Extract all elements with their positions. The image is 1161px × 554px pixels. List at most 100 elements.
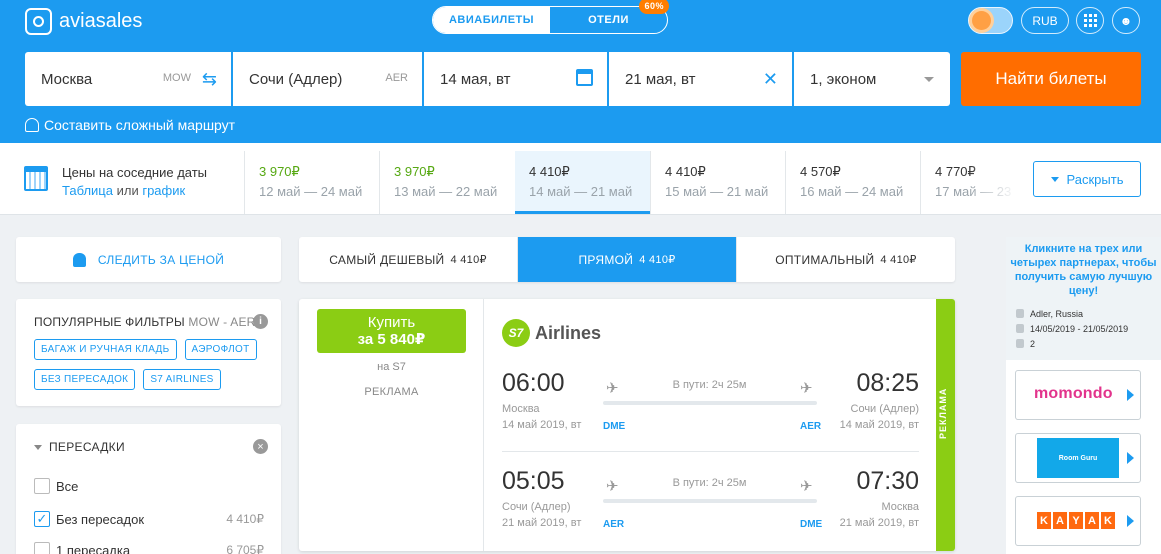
info-icon[interactable]: i bbox=[253, 314, 268, 329]
complex-route-link[interactable]: Составить сложный маршрут bbox=[25, 117, 235, 133]
transfer-option-one[interactable]: 1 пересадка 6 705₽ bbox=[34, 542, 264, 554]
departure-date: 21 май 2019, вт bbox=[502, 517, 582, 529]
partner-ads-header: Кликните на трех или четырех партнерах, … bbox=[1006, 237, 1161, 360]
chevron-right-icon bbox=[1127, 452, 1134, 464]
strip-fade bbox=[968, 151, 1018, 211]
checkbox[interactable] bbox=[34, 542, 50, 554]
flight-segment-return: 05:05 ✈ В пути: 2ч 25м ✈ 07:30 Сочи (Адл… bbox=[502, 467, 919, 547]
checkbox-checked[interactable]: ✓ bbox=[34, 511, 50, 527]
date-option-price: 4 410₽ bbox=[529, 164, 570, 179]
chevron-right-icon bbox=[1127, 389, 1134, 401]
partner-ads-info: Adler, Russia 14/05/2019 - 21/05/2019 2 bbox=[1010, 306, 1157, 351]
brand-logo[interactable]: aviasales bbox=[25, 8, 142, 35]
search-form: Москва MOW ⇆ Сочи (Адлер) AER 14 мая, вт… bbox=[25, 52, 952, 106]
departure-time: 05:05 bbox=[502, 467, 565, 495]
transfer-option-all[interactable]: Все bbox=[34, 478, 264, 494]
swap-icon[interactable]: ⇆ bbox=[202, 69, 217, 90]
transfers-title[interactable]: ПЕРЕСАДКИ bbox=[34, 440, 263, 454]
date-option[interactable]: 3 970₽ 12 май — 24 май bbox=[244, 151, 379, 214]
destination-city: Сочи (Адлер) bbox=[249, 70, 343, 88]
return-date: 21 мая, вт bbox=[625, 70, 696, 88]
checkbox[interactable] bbox=[34, 478, 50, 494]
clear-date-icon[interactable]: ✕ bbox=[763, 69, 778, 90]
arrival-date: 21 май 2019, вт bbox=[839, 517, 919, 529]
departure-city: Сочи (Адлер) bbox=[502, 501, 571, 513]
partner-ads: Кликните на трех или четырех партнерах, … bbox=[1006, 237, 1161, 554]
nearby-dates-links: Таблица или график bbox=[62, 183, 186, 198]
date-option-price: 4 410₽ bbox=[665, 164, 706, 179]
calendar-icon[interactable] bbox=[576, 69, 593, 86]
sort-cheapest[interactable]: САМЫЙ ДЕШЕВЫЙ 4 410₽ bbox=[299, 237, 517, 282]
depart-date-field[interactable]: 14 мая, вт bbox=[424, 52, 607, 106]
plane-landing-icon: ✈ bbox=[800, 380, 813, 397]
partner-kayak[interactable]: KAYAK bbox=[1015, 496, 1141, 546]
destination-code: AER bbox=[385, 72, 408, 84]
destination-field[interactable]: Сочи (Адлер) AER bbox=[233, 52, 422, 106]
ticket-price-block: Купить за 5 840₽ на S7 РЕКЛАМА bbox=[299, 299, 484, 551]
arrival-date: 14 май 2019, вт bbox=[839, 419, 919, 431]
passengers-field[interactable]: 1, эконом bbox=[794, 52, 950, 106]
hotels-discount-badge: 60% bbox=[639, 0, 669, 14]
aviasales-logo-icon bbox=[25, 8, 52, 35]
reset-filter-icon[interactable]: × bbox=[253, 439, 268, 454]
table-link[interactable]: Таблица bbox=[62, 183, 113, 198]
origin-field[interactable]: Москва MOW ⇆ bbox=[25, 52, 231, 106]
date-option-price: 4 570₽ bbox=[800, 164, 841, 179]
chart-link[interactable]: график bbox=[142, 183, 185, 198]
origin-code: MOW bbox=[162, 72, 191, 84]
arrival-time: 07:30 bbox=[856, 467, 919, 495]
expand-button[interactable]: Раскрыть bbox=[1033, 161, 1141, 197]
kayak-letter: K bbox=[1037, 512, 1051, 529]
top-header: aviasales АВИАБИЛЕТЫ ОТЕЛИ 60% RUB ☻ Мос… bbox=[0, 0, 1161, 143]
date-option[interactable]: 4 410₽ 15 май — 21 май bbox=[650, 151, 785, 214]
currency-button[interactable]: RUB bbox=[1021, 7, 1069, 34]
transfers-filter: ПЕРЕСАДКИ × Все ✓ Без пересадок 4 410₽ 1… bbox=[16, 424, 281, 554]
s7-logo-icon: S7 bbox=[502, 319, 530, 347]
date-option-selected[interactable]: 4 410₽ 14 май — 21 май bbox=[515, 151, 650, 214]
sort-tabs: САМЫЙ ДЕШЕВЫЙ 4 410₽ ПРЯМОЙ 4 410₽ ОПТИМАЛ… bbox=[299, 237, 955, 282]
watch-price-button[interactable]: СЛЕДИТЬ ЗА ЦЕНОЙ bbox=[16, 237, 281, 282]
arrival-city: Москва bbox=[881, 501, 919, 513]
find-tickets-button[interactable]: Найти билеты bbox=[961, 52, 1141, 106]
date-option-range: 13 май — 22 май bbox=[394, 184, 498, 199]
filter-tag-s7[interactable]: S7 AIRLINES bbox=[143, 369, 221, 390]
date-option[interactable]: 4 570₽ 16 май — 24 май bbox=[785, 151, 920, 214]
flight-segment-outbound: 06:00 ✈ В пути: 2ч 25м ✈ 08:25 Москва Со… bbox=[502, 369, 919, 449]
departure-time: 06:00 bbox=[502, 369, 565, 397]
brand-name: aviasales bbox=[59, 10, 143, 32]
chevron-down-icon bbox=[34, 444, 42, 450]
calendar-grid-icon bbox=[24, 166, 48, 191]
departure-airport: DME bbox=[603, 421, 626, 432]
ticket-card[interactable]: Купить за 5 840₽ на S7 РЕКЛАМА S7 Airlin… bbox=[299, 299, 955, 551]
kayak-letter: A bbox=[1053, 512, 1067, 529]
roomguru-logo: Room Guru bbox=[1037, 438, 1119, 478]
calendar-icon bbox=[1016, 324, 1024, 333]
night-mode-toggle[interactable] bbox=[968, 7, 1013, 34]
depart-date: 14 мая, вт bbox=[440, 70, 511, 88]
passengers-value: 1, эконом bbox=[810, 70, 877, 88]
return-date-field[interactable]: 21 мая, вт ✕ bbox=[609, 52, 792, 106]
departure-airport: AER bbox=[603, 519, 625, 530]
tab-flights[interactable]: АВИАБИЛЕТЫ bbox=[433, 7, 550, 33]
flight-line bbox=[603, 499, 817, 503]
profile-button[interactable]: ☻ bbox=[1112, 7, 1140, 34]
date-option[interactable]: 3 970₽ 13 май — 22 май bbox=[379, 151, 514, 214]
plane-landing-icon: ✈ bbox=[800, 478, 813, 495]
tab-hotels[interactable]: ОТЕЛИ 60% bbox=[550, 0, 669, 33]
seller-name: на S7 bbox=[377, 361, 406, 373]
transfer-option-direct[interactable]: ✓ Без пересадок 4 410₽ bbox=[34, 511, 264, 527]
sort-optimal[interactable]: ОПТИМАЛЬНЫЙ 4 410₽ bbox=[736, 237, 955, 282]
sort-direct[interactable]: ПРЯМОЙ 4 410₽ bbox=[517, 237, 736, 282]
buy-button[interactable]: Купить за 5 840₽ bbox=[317, 309, 466, 353]
partner-momondo[interactable]: momondo bbox=[1015, 370, 1141, 420]
flight-duration: В пути: 2ч 25м bbox=[672, 477, 747, 489]
date-option-range: 16 май — 24 май bbox=[800, 184, 904, 199]
filter-tag-direct[interactable]: БЕЗ ПЕРЕСАДОК bbox=[34, 369, 136, 390]
kayak-letter: Y bbox=[1069, 512, 1083, 529]
kayak-logo: KAYAK bbox=[1037, 512, 1115, 529]
filter-tag-baggage[interactable]: БАГАЖ И РУЧНАЯ КЛАДЬ bbox=[34, 339, 177, 360]
filter-tag-aeroflot[interactable]: АЭРОФЛОТ bbox=[184, 339, 257, 360]
apps-grid-button[interactable] bbox=[1076, 7, 1104, 34]
partner-roomguru[interactable]: Room Guru bbox=[1015, 433, 1141, 483]
bell-icon bbox=[72, 252, 86, 267]
